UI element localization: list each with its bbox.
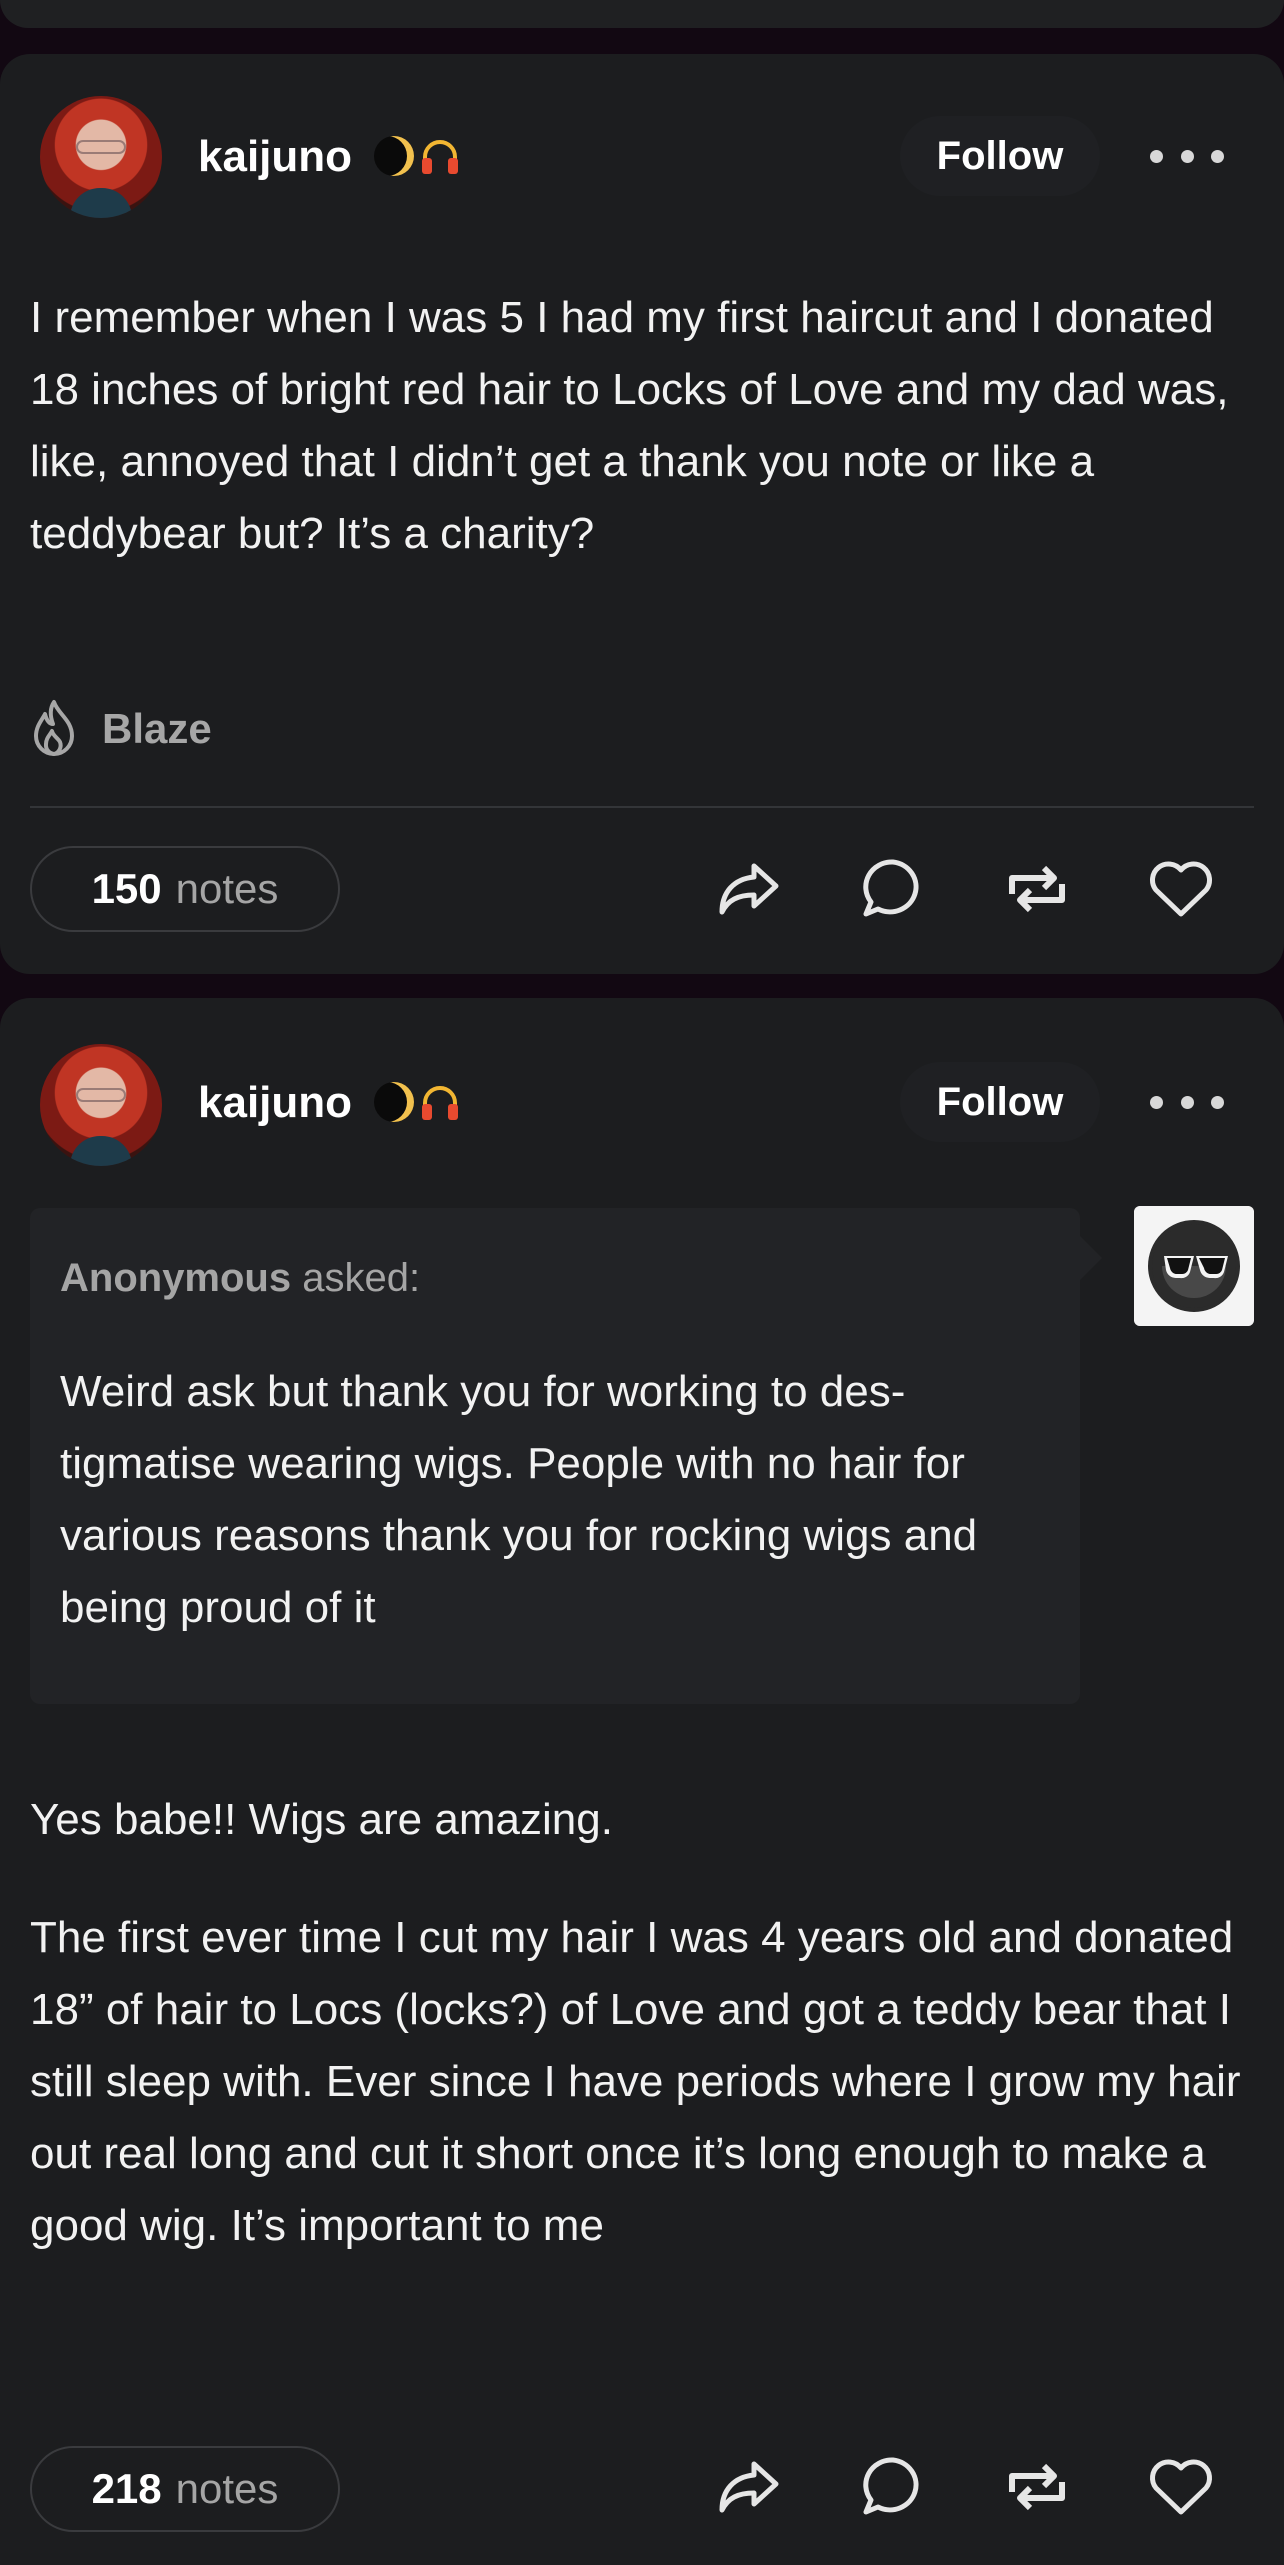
asked-label: asked:: [302, 1256, 421, 1300]
blaze-button[interactable]: Blaze: [28, 694, 212, 764]
notes-button[interactable]: 150 notes: [30, 846, 340, 932]
avatar[interactable]: [40, 96, 162, 218]
like-icon[interactable]: [1146, 2452, 1216, 2522]
asker-line: Anonymous asked:: [60, 1256, 420, 1301]
notes-label: notes: [175, 865, 279, 912]
post-card: kaijuno Follow Anonymous asked: Weird as…: [0, 998, 1284, 2565]
anonymous-sunglasses-icon: [1134, 1206, 1254, 1326]
post-body: I remember when I was 5 I had my first h…: [30, 282, 1250, 570]
post-header: kaijuno Follow: [0, 54, 1284, 254]
reblog-icon[interactable]: [1002, 2452, 1072, 2522]
ask-pointer: [1080, 1236, 1102, 1280]
answer-paragraph: Yes babe!! Wigs are amazing.: [30, 1795, 613, 1844]
moon-icon: [374, 136, 414, 176]
notes-button[interactable]: 218 notes: [30, 2446, 340, 2532]
more-options-icon[interactable]: [1150, 146, 1224, 166]
like-icon[interactable]: [1146, 854, 1216, 924]
moon-icon: [374, 1082, 414, 1122]
flame-icon: [34, 700, 74, 756]
more-options-icon[interactable]: [1150, 1092, 1224, 1112]
headphones-icon: [422, 1086, 458, 1120]
post-card: kaijuno Follow I remember when I was 5 I…: [0, 54, 1284, 974]
reblog-icon[interactable]: [1002, 854, 1072, 924]
previous-post-edge: [0, 0, 1284, 28]
answer-body: Yes babe!! Wigs are amazing. The first e…: [30, 1784, 1250, 2262]
avatar[interactable]: [40, 1044, 162, 1166]
follow-button[interactable]: Follow: [900, 1062, 1100, 1142]
username[interactable]: kaijuno: [198, 1078, 352, 1128]
notes-count: 218: [91, 2465, 162, 2512]
reply-icon[interactable]: [858, 854, 928, 924]
notes-label: notes: [175, 2465, 279, 2512]
notes-count: 150: [91, 865, 162, 912]
follow-button[interactable]: Follow: [900, 116, 1100, 196]
reply-icon[interactable]: [858, 2452, 928, 2522]
post-text: I remember when I was 5 I had my first h…: [30, 293, 1229, 558]
ask-box: Anonymous asked: Weird ask but thank you…: [30, 1208, 1080, 1704]
share-icon[interactable]: [714, 854, 784, 924]
post-header: kaijuno Follow: [0, 998, 1284, 1198]
ask-question: Weird ask but thank you for working to d…: [60, 1367, 978, 1632]
username[interactable]: kaijuno: [198, 132, 352, 182]
divider: [30, 806, 1254, 808]
answer-paragraph: The first ever time I cut my hair I was …: [30, 1913, 1241, 2250]
asker-name: Anonymous: [60, 1256, 292, 1300]
blaze-label: Blaze: [102, 705, 212, 752]
share-icon[interactable]: [714, 2452, 784, 2522]
headphones-icon: [422, 140, 458, 174]
